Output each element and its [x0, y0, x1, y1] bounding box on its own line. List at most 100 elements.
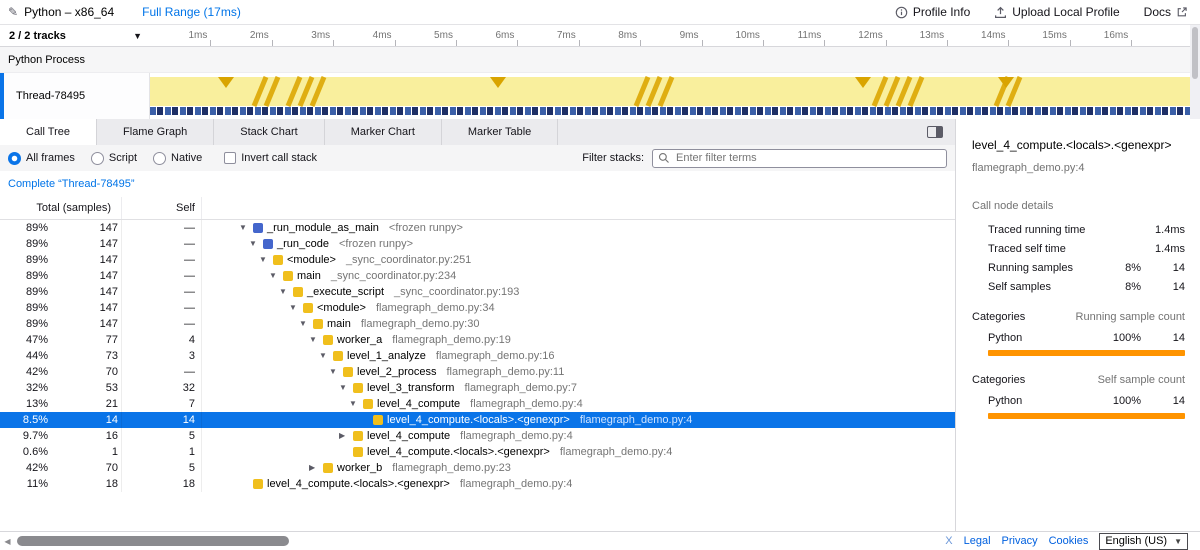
breadcrumb-row: Complete “Thread-78495”	[0, 171, 955, 197]
chevron-down-icon[interactable]: ▼	[319, 348, 333, 364]
metric-percent	[1107, 224, 1141, 236]
chevron-down-icon[interactable]: ▼	[239, 220, 253, 236]
invert-call-stack-checkbox[interactable]: Invert call stack	[224, 152, 317, 164]
chevron-down-icon[interactable]: ▼	[309, 332, 323, 348]
footer-link-legal[interactable]: Legal	[964, 535, 991, 547]
frame-origin: <frozen runpy>	[389, 222, 463, 234]
horizontal-scrollbar-thumb[interactable]	[17, 536, 289, 546]
self-samples: 7	[122, 396, 202, 412]
tree-cell: ▼<module>_sync_coordinator.py:251	[202, 252, 955, 268]
table-row[interactable]: 89%147—▼<module>flamegraph_demo.py:34	[0, 300, 955, 316]
frame-origin: _sync_coordinator.py:251	[346, 254, 471, 266]
total-percent: 89%	[0, 318, 48, 330]
tree-cell: level_4_compute.<locals>.<genexpr>flameg…	[202, 414, 955, 426]
radio-all-frames[interactable]: All frames	[8, 152, 75, 165]
table-row[interactable]: 42%705▶worker_bflamegraph_demo.py:23	[0, 460, 955, 476]
radio-icon	[8, 152, 21, 165]
table-row[interactable]: 89%147—▼<module>_sync_coordinator.py:251	[0, 252, 955, 268]
table-row[interactable]: 89%147—▼_run_code<frozen runpy>	[0, 236, 955, 252]
checkbox-icon	[224, 152, 236, 164]
full-range-link[interactable]: Full Range (17ms)	[142, 5, 241, 19]
self-samples: 5	[122, 460, 202, 476]
table-row[interactable]: 47%774▼worker_aflamegraph_demo.py:19	[0, 332, 955, 348]
chevron-down-icon[interactable]: ▼	[349, 396, 363, 412]
footer-close-button[interactable]: X	[945, 535, 952, 547]
chevron-down-icon[interactable]: ▼	[249, 236, 263, 252]
column-header-total[interactable]: Total (samples)	[0, 197, 122, 219]
column-header-self[interactable]: Self	[122, 197, 202, 219]
category-block-self-sample-count: CategoriesSelf sample countPython100%14	[972, 374, 1185, 419]
chevron-down-icon[interactable]: ▼	[269, 268, 283, 284]
radio-native[interactable]: Native	[153, 152, 202, 165]
metric-traced-running-time: Traced running time1.4ms	[988, 224, 1185, 236]
tab-stack-chart[interactable]: Stack Chart	[214, 119, 324, 145]
self-samples: —	[122, 236, 202, 252]
tab-marker-chart[interactable]: Marker Chart	[325, 119, 442, 145]
chevron-down-icon[interactable]: ▼	[279, 284, 293, 300]
horizontal-scrollbar[interactable]	[15, 532, 941, 550]
table-row[interactable]: 89%147—▼_execute_script_sync_coordinator…	[0, 284, 955, 300]
chevron-down-icon[interactable]: ▼	[329, 364, 343, 380]
tree-cell: ▼ _run_module_as_main <frozen runpy>	[202, 220, 955, 236]
chevron-down-icon[interactable]: ▼	[339, 380, 353, 396]
tracks-scrollbar-thumb[interactable]	[1192, 27, 1198, 79]
table-row[interactable]: 0.6%11level_4_compute.<locals>.<genexpr>…	[0, 444, 955, 460]
tree-cell: level_4_compute.<locals>.<genexpr>flameg…	[202, 478, 955, 490]
category-icon	[333, 351, 343, 361]
table-row[interactable]: 89%147—▼mainflamegraph_demo.py:30	[0, 316, 955, 332]
breadcrumb[interactable]: Complete “Thread-78495”	[8, 178, 135, 190]
time-tick-13ms: 13ms	[887, 25, 948, 46]
chevron-right-icon[interactable]: ▶	[309, 460, 323, 476]
tab-marker-table[interactable]: Marker Table	[442, 119, 558, 145]
frame-origin: flamegraph_demo.py:7	[464, 382, 577, 394]
thread-activity-graph[interactable]	[150, 73, 1190, 119]
radio-script[interactable]: Script	[91, 152, 137, 165]
total-percent: 8.5%	[0, 414, 48, 426]
tab-flame-graph[interactable]: Flame Graph	[97, 119, 214, 145]
category-percent: 100%	[1107, 332, 1141, 344]
table-row[interactable]: 32%5332▼level_3_transformflamegraph_demo…	[0, 380, 955, 396]
tracks-dropdown[interactable]: 2 / 2 tracks ▼	[0, 25, 150, 46]
table-row[interactable]: 42%70—▼level_2_processflamegraph_demo.py…	[0, 364, 955, 380]
table-row[interactable]: 8.5%1414level_4_compute.<locals>.<genexp…	[0, 412, 955, 428]
scroll-left-arrow-icon[interactable]: ◀	[0, 537, 15, 546]
tree-cell: ▶level_4_computeflamegraph_demo.py:4	[202, 428, 955, 444]
language-select[interactable]: English (US) ▼	[1099, 533, 1188, 550]
radio-icon	[91, 152, 104, 165]
chevron-right-icon[interactable]: ▶	[339, 428, 353, 444]
table-row[interactable]: 89%147—▼main_sync_coordinator.py:234	[0, 268, 955, 284]
tree-cell: ▼level_3_transformflamegraph_demo.py:7	[202, 380, 955, 396]
category-header-title: Categories	[972, 374, 1098, 386]
total-samples: 1	[48, 444, 122, 460]
time-tick-1ms: 1ms	[150, 25, 211, 46]
docs-link[interactable]: Docs	[1144, 5, 1188, 19]
tree-cell: ▼level_2_processflamegraph_demo.py:11	[202, 364, 955, 380]
chevron-down-icon[interactable]: ▼	[289, 300, 303, 316]
frame-name: _run_module_as_main	[267, 222, 379, 234]
profile-name-group[interactable]: ✎ Python – x86_64	[8, 5, 114, 19]
tracks-scrollbar[interactable]	[1190, 25, 1200, 119]
upload-profile-button[interactable]: Upload Local Profile	[994, 5, 1119, 19]
tab-call-tree[interactable]: Call Tree	[0, 119, 97, 145]
table-row[interactable]: 11%1818level_4_compute.<locals>.<genexpr…	[0, 476, 955, 492]
sidebar-toggle-icon[interactable]	[927, 126, 943, 138]
chevron-down-icon[interactable]: ▼	[259, 252, 273, 268]
table-row[interactable]: 44%733▼level_1_analyzeflamegraph_demo.py…	[0, 348, 955, 364]
total-percent: 42%	[0, 462, 48, 474]
footer-link-privacy[interactable]: Privacy	[1002, 535, 1038, 547]
footer-link-cookies[interactable]: Cookies	[1049, 535, 1089, 547]
frame-origin: flamegraph_demo.py:4	[470, 398, 583, 410]
profile-info-button[interactable]: Profile Info	[895, 5, 970, 19]
metric-percent: 8%	[1107, 262, 1141, 274]
process-track-header[interactable]: Python Process	[0, 47, 1190, 73]
category-row: Python100%14	[988, 395, 1185, 407]
time-tick-12ms: 12ms	[825, 25, 886, 46]
frame-name: _execute_script	[307, 286, 384, 298]
table-row[interactable]: 9.7%165▶level_4_computeflamegraph_demo.p…	[0, 428, 955, 444]
table-row[interactable]: 13%217▼level_4_computeflamegraph_demo.py…	[0, 396, 955, 412]
metric-self-samples: Self samples8%14	[988, 281, 1185, 293]
thread-track-label[interactable]: Thread-78495	[4, 73, 150, 119]
search-input[interactable]	[674, 151, 941, 165]
chevron-down-icon[interactable]: ▼	[299, 316, 313, 332]
table-row[interactable]: 89%147—▼_run_module_as_main<frozen runpy…	[0, 220, 955, 236]
